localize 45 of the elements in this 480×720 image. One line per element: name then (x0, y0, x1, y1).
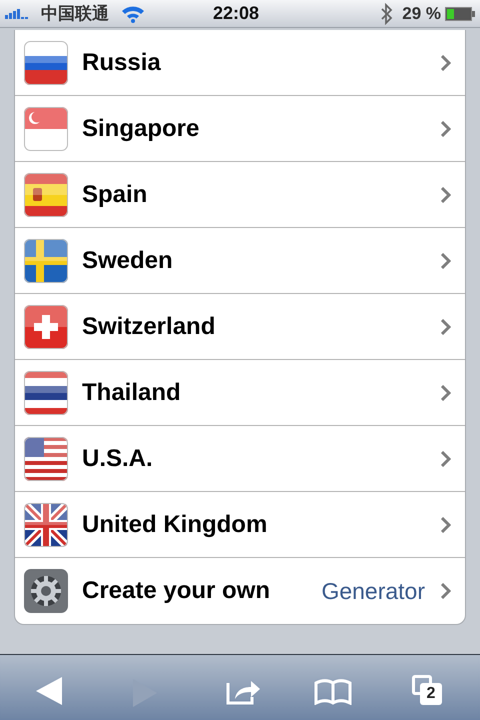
carrier-name: 中国联通 (41, 2, 109, 25)
chevron-icon (441, 516, 451, 532)
clock: 22:08 (213, 2, 260, 25)
row-label: United Kingdom (82, 510, 268, 540)
striped-flag-icon (24, 370, 68, 414)
row-label: Sweden (82, 246, 173, 276)
row-label: Singapore (82, 114, 200, 144)
back-button[interactable] (36, 677, 62, 705)
chevron-icon (441, 120, 451, 136)
gear-icon (24, 569, 68, 613)
chevron-icon (441, 54, 451, 70)
crescent-flag-icon (24, 106, 68, 150)
row-label: Create your own (82, 576, 270, 606)
row-label: Spain (82, 180, 148, 210)
list-row[interactable]: U.S.A. (15, 426, 465, 492)
battery-percent: 29 % (402, 2, 441, 25)
striped-flag-icon (24, 172, 68, 216)
battery-icon (445, 6, 475, 20)
row-label: Switzerland (82, 312, 216, 342)
chevron-icon (441, 450, 451, 466)
row-label: U.S.A. (82, 444, 153, 474)
list-row[interactable]: Sweden (15, 228, 465, 294)
cross-flag-icon (24, 238, 68, 282)
chevron-icon (441, 384, 451, 400)
row-label: Thailand (82, 378, 181, 408)
list-row[interactable]: United Kingdom (15, 492, 465, 558)
row-label: Russia (82, 48, 161, 78)
list-row[interactable]: Russia (15, 30, 465, 96)
list-row[interactable]: Create your own Generator (15, 558, 465, 624)
row-detail: Generator (321, 576, 425, 606)
bluetooth-icon (380, 2, 394, 24)
list-row[interactable]: Singapore (15, 96, 465, 162)
chevron-icon (441, 186, 451, 202)
cross-flag-icon (24, 304, 68, 348)
bookmarks-icon[interactable] (314, 679, 352, 705)
list-row[interactable]: Switzerland (15, 294, 465, 360)
chevron-icon (441, 583, 451, 599)
tricolor-flag-icon (24, 40, 68, 84)
list-row[interactable]: Thailand (15, 360, 465, 426)
list-row[interactable]: Spain (15, 162, 465, 228)
wifi-icon (121, 4, 145, 22)
union-flag-icon (24, 502, 68, 546)
chevron-icon (441, 318, 451, 334)
stars-stripes-flag-icon (24, 436, 68, 480)
chevron-icon (441, 252, 451, 268)
